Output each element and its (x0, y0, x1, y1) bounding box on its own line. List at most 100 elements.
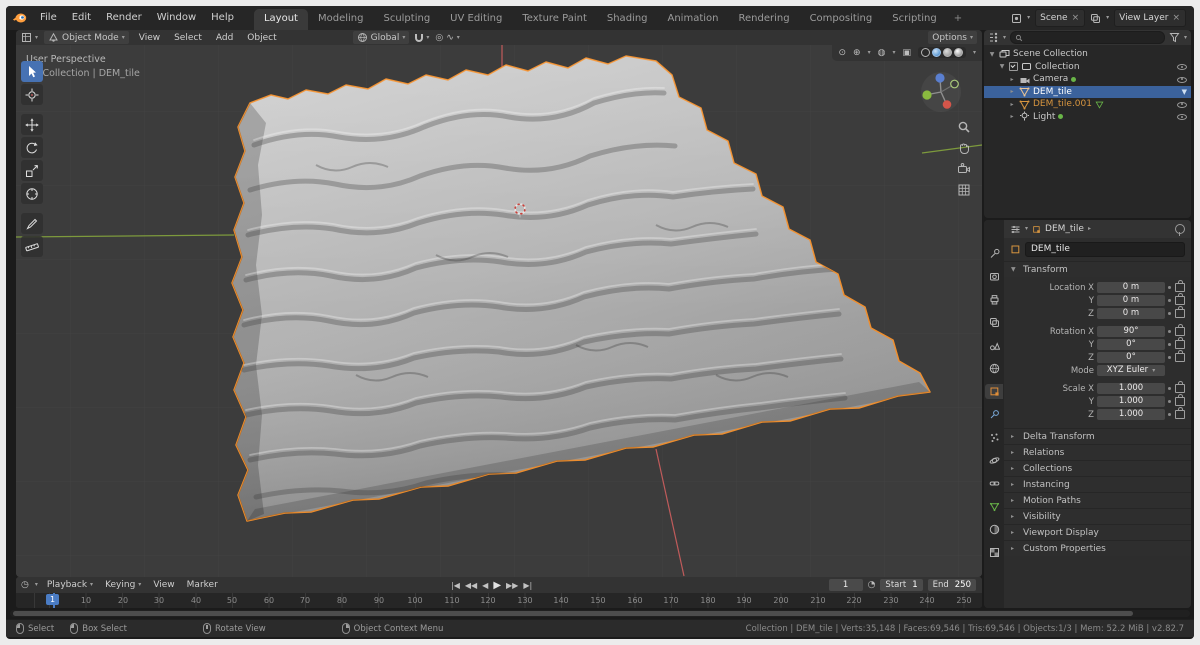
tab-compositing[interactable]: Compositing (800, 9, 883, 30)
tab-physics-properties[interactable] (985, 453, 1003, 468)
tool-rotate[interactable] (21, 137, 43, 158)
tab-modifier-properties[interactable] (985, 407, 1003, 422)
pan-hand-icon[interactable] (956, 140, 972, 156)
outliner-row-light[interactable]: ▸ Light (984, 111, 1191, 124)
outliner-row-scene-collection[interactable]: ▼ Scene Collection (984, 48, 1191, 61)
tab-uv-editing[interactable]: UV Editing (440, 9, 512, 30)
view-layer-selector[interactable]: View Layer × (1114, 9, 1186, 27)
location-x-field[interactable]: 0 m (1097, 282, 1165, 293)
expand-icon[interactable]: ▸ (1008, 101, 1016, 108)
filter-dropdown-icon[interactable]: ▾ (1184, 35, 1187, 41)
menu-render[interactable]: Render (99, 10, 149, 26)
tab-tool-properties[interactable] (985, 246, 1003, 261)
chevron-down-icon[interactable]: ▼ (1182, 88, 1187, 96)
menu-edit[interactable]: Edit (65, 10, 98, 26)
terrain-mesh[interactable] (226, 45, 946, 577)
section-motion-paths[interactable]: ▸Motion Paths (1004, 492, 1191, 508)
tool-transform[interactable] (21, 183, 43, 204)
keyframe-dot-icon[interactable] (1168, 387, 1171, 390)
menu-playback[interactable]: Playback▾ (44, 579, 96, 591)
outliner-editor-icon[interactable] (988, 32, 999, 43)
add-workspace-button[interactable]: + (947, 9, 969, 30)
view-layer-dropdown-icon[interactable]: ▾ (1106, 15, 1109, 21)
viewport-3d[interactable]: ⊙ ⊕▾ ◍▾ ▣ ▾ User Perspective (1) Collect… (16, 45, 982, 577)
scene-icon[interactable] (1011, 13, 1022, 24)
tab-sculpting[interactable]: Sculpting (373, 9, 440, 30)
tab-output-properties[interactable] (985, 292, 1003, 307)
jump-end-button[interactable]: ▶| (523, 581, 532, 590)
object-name-field[interactable]: DEM_tile (1025, 242, 1185, 257)
shading-dropdown-icon[interactable]: ▾ (973, 50, 976, 56)
snap-toggle[interactable]: ▾ (415, 34, 429, 42)
tab-animation[interactable]: Animation (658, 9, 729, 30)
next-keyframe-button[interactable]: ▶▶ (506, 581, 518, 590)
tab-scripting[interactable]: Scripting (882, 9, 946, 30)
gizmo-neg-axis[interactable] (951, 80, 959, 88)
auto-keyframe-icon[interactable]: ◔ (868, 580, 876, 590)
rotation-z-field[interactable]: 0° (1097, 352, 1165, 363)
keyframe-dot-icon[interactable] (1168, 413, 1171, 416)
properties-editor-dropdown-icon[interactable]: ▾ (1025, 226, 1028, 232)
outliner-row-dem-tile[interactable]: ▸ DEM_tile ▼ (984, 86, 1191, 99)
outliner-row-collection[interactable]: ▼ Collection (984, 61, 1191, 74)
section-custom-properties[interactable]: ▸Custom Properties (1004, 540, 1191, 556)
editor-type-selector[interactable]: ▾ (21, 32, 38, 43)
tab-rendering[interactable]: Rendering (728, 9, 799, 30)
location-z-field[interactable]: 0 m (1097, 308, 1165, 319)
prev-keyframe-button[interactable]: ◀◀ (465, 581, 477, 590)
rotation-mode-dropdown[interactable]: XYZ Euler ▾ (1097, 365, 1165, 376)
section-collections[interactable]: ▸Collections (1004, 460, 1191, 476)
gizmos-dropdown-icon[interactable]: ▾ (868, 50, 871, 56)
overlays-icon[interactable]: ◍ (878, 48, 886, 58)
transform-panel-header[interactable]: ▼ Transform (1004, 261, 1191, 277)
keyframe-dot-icon[interactable] (1168, 299, 1171, 302)
scene-selector[interactable]: Scene × (1035, 9, 1085, 27)
scene-close-icon[interactable]: × (1071, 13, 1081, 23)
tab-object-data-properties[interactable] (985, 499, 1003, 514)
scrollbar-thumb[interactable] (13, 611, 1133, 616)
lock-icon[interactable] (1175, 397, 1185, 406)
keyframe-dot-icon[interactable] (1168, 356, 1171, 359)
menu-view-timeline[interactable]: View (150, 579, 177, 591)
lock-icon[interactable] (1175, 283, 1185, 292)
tab-world-properties[interactable] (985, 361, 1003, 376)
tool-cursor[interactable] (21, 84, 43, 105)
prev-frame-button[interactable]: ◀ (482, 581, 488, 590)
expand-icon[interactable]: ▼ (988, 51, 996, 58)
section-viewport-display[interactable]: ▸Viewport Display (1004, 524, 1191, 540)
collection-checkbox[interactable] (1009, 62, 1018, 71)
shading-wireframe-icon[interactable] (921, 48, 930, 57)
gizmo-z-axis[interactable] (935, 73, 944, 82)
mode-dropdown[interactable]: Object Mode ▾ (44, 31, 129, 44)
scene-dropdown-icon[interactable]: ▾ (1027, 15, 1030, 21)
menu-file[interactable]: File (33, 10, 64, 26)
rotation-y-field[interactable]: 0° (1097, 339, 1165, 350)
expand-icon[interactable]: ▸ (1008, 76, 1016, 83)
shading-material-icon[interactable] (943, 48, 952, 57)
lock-icon[interactable] (1175, 340, 1185, 349)
tool-select-box[interactable] (21, 61, 43, 82)
filter-funnel-icon[interactable] (1169, 32, 1180, 43)
menu-add[interactable]: Add (212, 32, 237, 44)
view-layer-close-icon[interactable]: × (1171, 13, 1181, 23)
shading-rendered-icon[interactable] (954, 48, 963, 57)
tool-move[interactable] (21, 114, 43, 135)
expand-icon[interactable]: ▸ (1008, 113, 1016, 120)
timeline-ruler[interactable]: 1 10 20 30 40 50 60 70 80 90 100 110 120… (16, 593, 982, 608)
section-visibility[interactable]: ▸Visibility (1004, 508, 1191, 524)
lock-icon[interactable] (1175, 327, 1185, 336)
keyframe-dot-icon[interactable] (1168, 330, 1171, 333)
section-relations[interactable]: ▸Relations (1004, 444, 1191, 460)
gizmo-y-axis[interactable] (922, 90, 931, 99)
tool-scale[interactable] (21, 160, 43, 181)
expand-icon[interactable]: ▼ (998, 63, 1006, 70)
options-dropdown[interactable]: Options ▾ (928, 31, 977, 44)
ortho-grid-icon[interactable] (956, 182, 972, 198)
section-instancing[interactable]: ▸Instancing (1004, 476, 1191, 492)
tab-texture-paint[interactable]: Texture Paint (512, 9, 597, 30)
outliner-row-camera[interactable]: ▸ Camera (984, 73, 1191, 86)
scale-x-field[interactable]: 1.000 (1097, 383, 1165, 394)
outliner-search-input[interactable] (1010, 31, 1165, 44)
orientation-dropdown[interactable]: Global ▾ (353, 31, 410, 44)
location-y-field[interactable]: 0 m (1097, 295, 1165, 306)
